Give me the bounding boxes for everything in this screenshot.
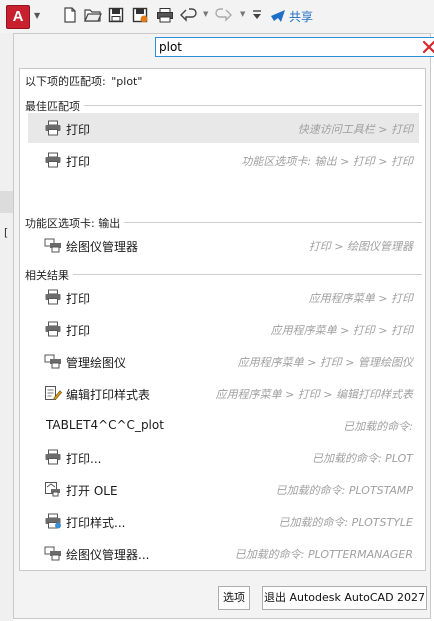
search-box[interactable] — [155, 37, 434, 57]
redo-dropdown-icon[interactable]: ▼ — [240, 10, 245, 18]
undo-dropdown-icon[interactable]: ▼ — [203, 10, 208, 18]
section-related: 相关结果 — [25, 267, 422, 283]
open-icon[interactable] — [84, 7, 102, 25]
new-icon[interactable] — [62, 7, 80, 25]
result-row[interactable]: 编辑打印样式表 应用程序菜单 > 打印 > 编辑打印样式表 — [28, 378, 419, 408]
application-menu-button[interactable]: A ▼ — [4, 3, 50, 30]
chevron-down-icon: ▼ — [34, 11, 41, 20]
result-row[interactable]: 绘图仪管理器 打印 > 绘图仪管理器 — [28, 230, 419, 260]
results-header-prefix: 以下项的匹配项: — [25, 75, 106, 88]
section-ribbon-output: 功能区选项卡: 输出 — [25, 215, 422, 231]
options-button[interactable]: 选项 — [218, 586, 250, 610]
clear-search-icon[interactable] — [422, 40, 434, 54]
result-row[interactable]: 管理绘图仪 应用程序菜单 > 打印 > 管理绘图仪 — [28, 346, 419, 376]
save-as-icon[interactable] — [132, 7, 150, 25]
printer-icon — [44, 449, 62, 465]
quick-access-toolbar: A ▼ ▼ ▼ 共享 — [0, 0, 434, 34]
results-header-query: "plot" — [111, 75, 143, 88]
printer-icon — [44, 321, 62, 337]
printer-icon — [44, 152, 62, 168]
result-row[interactable]: 打印 快速访问工具栏 > 打印 — [28, 113, 419, 143]
printer-icon — [44, 120, 62, 136]
results-header: 以下项的匹配项: "plot" — [25, 73, 142, 89]
plotstamp-icon — [44, 481, 62, 497]
section-best-match: 最佳匹配项 — [25, 98, 422, 114]
plotter-manager-icon — [44, 353, 62, 369]
share-label: 共享 — [289, 9, 314, 24]
search-panel: 以下项的匹配项: "plot" 最佳匹配项 打印 快速访问工具栏 > 打印 打印… — [13, 33, 434, 619]
plotter-manager-icon — [44, 545, 62, 561]
share-button[interactable]: 共享 — [270, 6, 313, 26]
redo-icon[interactable] — [214, 7, 232, 25]
app-side-tab — [0, 191, 13, 213]
undo-icon[interactable] — [180, 7, 198, 25]
plot-icon[interactable] — [156, 7, 174, 25]
app-side-bracket: [ — [4, 226, 9, 239]
result-row[interactable]: 打开 OLE 已加载的命令: PLOTSTAMP — [28, 474, 419, 504]
exit-autocad-button[interactable]: 退出 Autodesk AutoCAD 2027 — [262, 586, 427, 610]
edit-plot-style-icon — [44, 385, 63, 401]
result-row[interactable]: 绘图仪管理器... 已加载的命令: PLOTTERMANAGER — [28, 538, 419, 568]
printer-icon — [44, 289, 62, 305]
customize-icon[interactable] — [252, 8, 270, 26]
result-row[interactable]: 打印... 已加载的命令: PLOT — [28, 442, 419, 472]
search-results: 以下项的匹配项: "plot" 最佳匹配项 打印 快速访问工具栏 > 打印 打印… — [19, 68, 426, 571]
save-icon[interactable] — [108, 7, 126, 25]
result-row[interactable]: 打印 应用程序菜单 > 打印 — [28, 282, 419, 312]
result-row[interactable]: 打印 应用程序菜单 > 打印 > 打印 — [28, 314, 419, 344]
autocad-logo-icon: A — [6, 5, 30, 29]
result-row[interactable]: 打印 功能区选项卡: 输出 > 打印 > 打印 — [28, 145, 419, 175]
plotter-manager-icon — [44, 237, 62, 253]
result-row[interactable]: TABLET4^C^C_plot 已加载的命令: — [28, 410, 419, 440]
result-row[interactable]: 打印样式... 已加载的命令: PLOTSTYLE — [28, 506, 419, 536]
share-icon — [271, 10, 285, 22]
app-side-edge: [ — [0, 33, 13, 621]
plot-style-icon — [44, 513, 62, 529]
search-input[interactable] — [159, 39, 414, 55]
